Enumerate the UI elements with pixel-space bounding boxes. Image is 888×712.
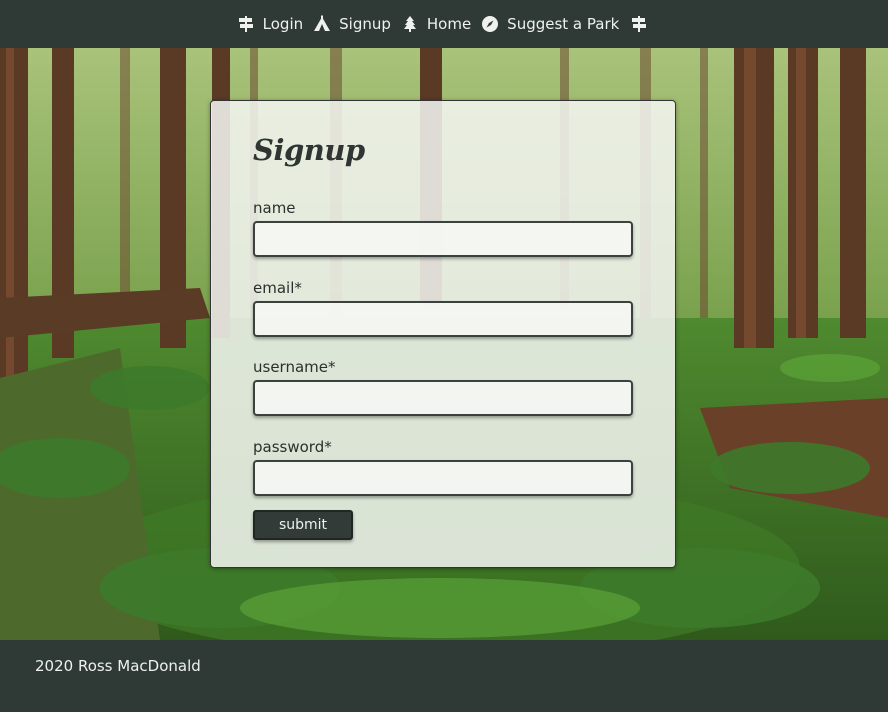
campground-icon <box>313 15 331 33</box>
nav-signup-label: Signup <box>339 15 391 33</box>
forest-background: Signup name email* username* password* s… <box>0 48 888 640</box>
username-input[interactable] <box>253 380 633 416</box>
username-label: username* <box>253 358 336 376</box>
nav-login[interactable]: Login <box>237 15 303 33</box>
name-label: name <box>253 199 296 217</box>
footer-copyright: 2020 Ross MacDonald <box>35 657 201 675</box>
nav-suggest-park-label: Suggest a Park <box>507 15 620 33</box>
signpost-icon <box>630 15 648 33</box>
nav-signup[interactable]: Signup <box>313 15 391 33</box>
nav-suggest-park[interactable]: Suggest a Park <box>481 15 619 33</box>
signup-card: Signup name email* username* password* s… <box>210 100 676 568</box>
signup-title: Signup <box>253 133 365 167</box>
password-label: password* <box>253 438 332 456</box>
top-navbar: Login Signup Home Suggest a Park <box>0 0 888 48</box>
password-input[interactable] <box>253 460 633 496</box>
nav-home-label: Home <box>426 15 472 33</box>
tree-icon <box>401 15 419 33</box>
submit-button[interactable]: submit <box>253 510 353 540</box>
nav-home[interactable]: Home <box>401 15 471 33</box>
compass-icon <box>481 15 499 33</box>
nav-login-label: Login <box>262 15 304 33</box>
email-label: email* <box>253 279 302 297</box>
email-input[interactable] <box>253 301 633 337</box>
footer: 2020 Ross MacDonald <box>0 640 888 712</box>
signpost-icon <box>237 15 255 33</box>
name-input[interactable] <box>253 221 633 257</box>
